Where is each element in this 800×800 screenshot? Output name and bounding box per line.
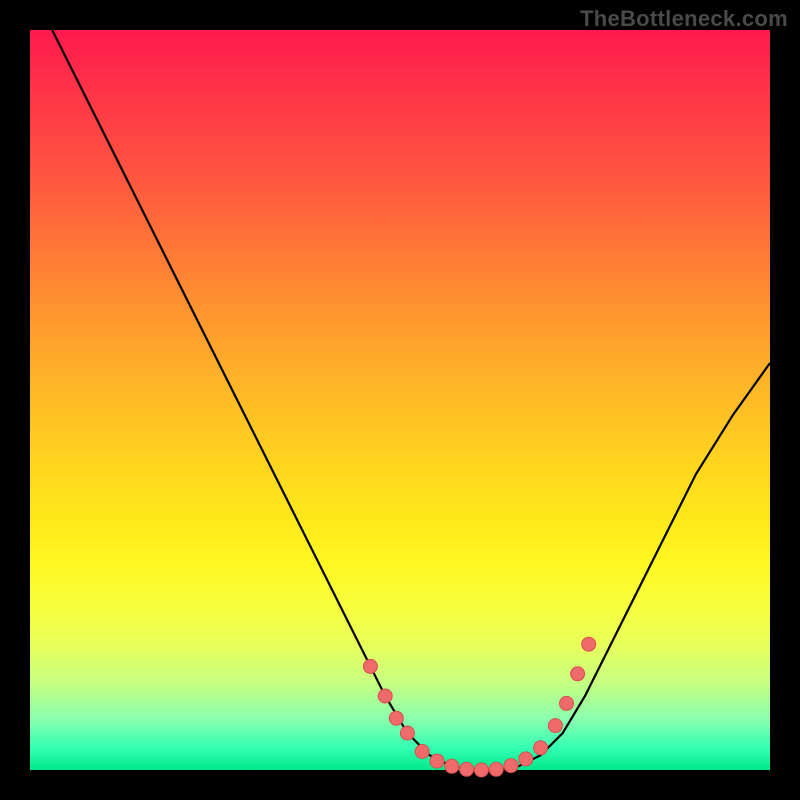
curve-marker: [519, 752, 533, 766]
curve-marker: [474, 763, 488, 777]
curve-marker: [415, 745, 429, 759]
curve-marker: [400, 726, 414, 740]
bottleneck-curve: [52, 30, 770, 770]
curve-marker: [363, 659, 377, 673]
plot-area: [30, 30, 770, 770]
curve-marker: [560, 696, 574, 710]
curve-markers: [363, 637, 595, 777]
curve-marker: [548, 719, 562, 733]
curve-marker: [582, 637, 596, 651]
curve-marker: [571, 667, 585, 681]
curve-marker: [430, 754, 444, 768]
curve-marker: [378, 689, 392, 703]
chart-frame: TheBottleneck.com: [0, 0, 800, 800]
curve-marker: [489, 762, 503, 776]
curve-marker: [460, 762, 474, 776]
curve-marker: [445, 759, 459, 773]
curve-layer: [30, 30, 770, 770]
curve-marker: [504, 759, 518, 773]
watermark-text: TheBottleneck.com: [580, 6, 788, 32]
curve-marker: [534, 741, 548, 755]
curve-marker: [389, 711, 403, 725]
